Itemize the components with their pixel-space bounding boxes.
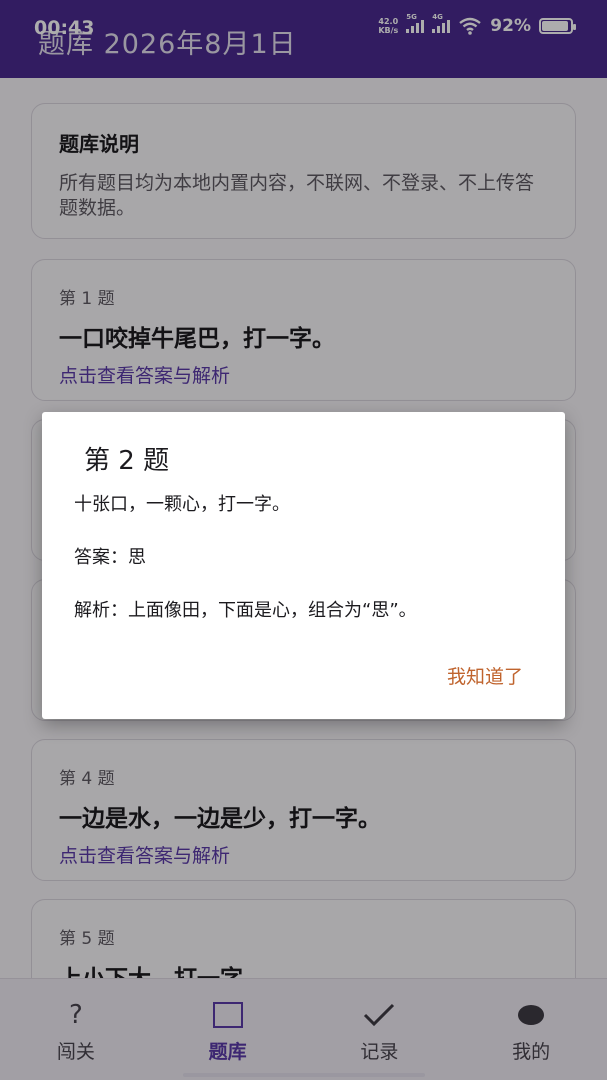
- home-indicator[interactable]: [183, 1073, 425, 1077]
- dialog-answer: 答案：思: [74, 547, 146, 568]
- dialog-title: 第 2 题: [84, 446, 170, 476]
- dialog-question: 十张口，一颗心，打一字。: [74, 494, 290, 515]
- dialog-ok-button[interactable]: 我知道了: [447, 662, 523, 689]
- answer-dialog: 第 2 题 十张口，一颗心，打一字。 答案：思 解析：上面像田，下面是心，组合为…: [42, 412, 565, 719]
- dialog-explanation: 解析：上面像田，下面是心，组合为“思”。: [74, 600, 417, 621]
